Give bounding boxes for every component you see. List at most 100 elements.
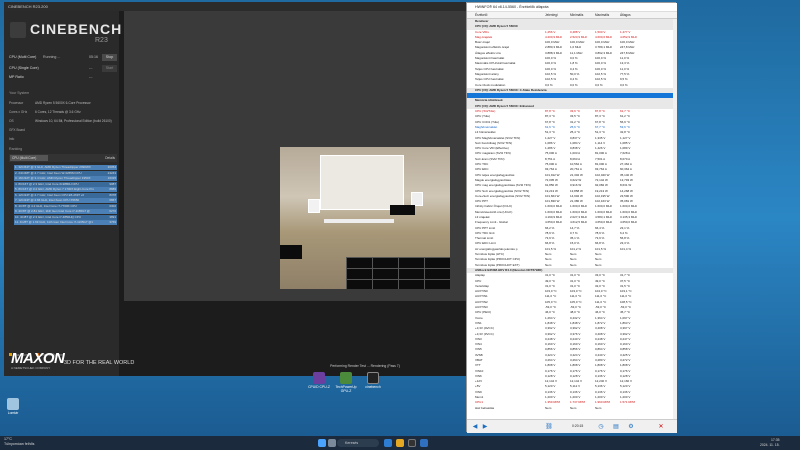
column-header[interactable]: Átlagos [620, 12, 631, 19]
cinebench-logo-icon [10, 22, 26, 38]
forward-icon[interactable]: ▶ [481, 423, 489, 431]
ranking-name: 7. 12C/24T @ 2.66 GHz, Intel Xeon CPU X5… [15, 198, 80, 202]
app-name: CINEBENCH [30, 21, 123, 37]
sensor-scrollbar[interactable] [673, 19, 677, 419]
close-icon[interactable]: ✕ [657, 423, 665, 431]
hwinfo-footer: ◀ ▶ ⛓ 0:20:15 ◷ ▤ ⚙ ✕ [467, 419, 677, 433]
weather-widget[interactable]: 17°C Túlnyomóan felhős [4, 437, 34, 447]
render-frame [308, 199, 320, 213]
taskbar-cinebench-icon[interactable] [408, 439, 416, 447]
cinebench-title-bar: CINEBENCH R23.200 [4, 2, 466, 11]
stop-button[interactable]: Stop [102, 54, 117, 61]
details-toggle[interactable]: Details [105, 154, 115, 162]
ranking-item[interactable]: 9. 4C/8T @ 2.81 GHz, 11th Gen Intel Core… [14, 209, 117, 214]
ranking-name: 2. 24C/48T @ 2.7 GHz, Intel Xeon W-3265M… [15, 170, 82, 175]
ranking-item[interactable]: 6. 12C/24T @ 2.7 GHz, Intel Xeon CPU E5-… [14, 192, 117, 198]
mp-ratio-value: --- [89, 75, 93, 79]
ranking-score: 30054 [107, 165, 116, 169]
system-row: GFX Board [9, 128, 25, 132]
file-explorer-icon[interactable] [396, 439, 404, 447]
clock-icon[interactable]: ◷ [597, 423, 605, 431]
cpu-multi-row: CPU (Multi Core) Running ... 05:16 Stop [9, 53, 117, 62]
ranking-item[interactable]: 3. 16C/32T @ 3.4 GHz, AMD Ryzen Threadri… [14, 176, 117, 181]
ranking-name: 1. 32C/64T @ 3 GHz, AMD Ryzen Threadripp… [15, 165, 91, 169]
ranking-item[interactable]: 1. 32C/64T @ 3 GHz, AMD Ryzen Threadripp… [14, 165, 117, 170]
mp-ratio-row: MP Ratio --- [9, 73, 117, 82]
ranking-header: CPU (Multi Core) Details [9, 154, 117, 162]
app-version: R23 [95, 37, 108, 44]
cpu-multi-label: CPU (Multi Core) [9, 55, 37, 59]
ranking-score: 3891 [109, 214, 116, 219]
search-box[interactable]: Keresés [337, 439, 379, 447]
ranking-item[interactable]: 11. 4C/8T @ 1.69 GHz, 11th Gen Intel Cor… [14, 220, 117, 225]
ranking-score: 3769 [109, 220, 116, 224]
cpu-multi-time: 05:16 [89, 55, 98, 59]
ranking-heading: Ranking [9, 147, 23, 151]
desktop-icon-gpuz[interactable]: TechPowerUp GPU-Z [333, 372, 359, 393]
cinebench-window: CINEBENCH R23.200 CINEBENCH R23 CPU (Mul… [4, 2, 466, 376]
cpu-single-row: CPU (Single Core) --- Start [9, 64, 117, 73]
ranking-name: 10. 4C/8T @ 2.3 GHz, Intel Core i7-4850H… [15, 214, 82, 219]
maxon-subtitle: A NEMETSCHEK COMPANY [11, 366, 51, 370]
ranking-item[interactable]: 5. 8C/16T @ 3.4 GHz, AMD Ryzen 7 1700X E… [14, 187, 117, 192]
render-table [324, 219, 394, 223]
elapsed-time: 0:20:15 [572, 424, 584, 428]
ranking-name: 4. 8C/16T @ 2.3 GHz, Intel Core i9-9880H… [15, 181, 79, 186]
ranking-score: 6867 [109, 198, 116, 202]
desktop-icon-recycle[interactable]: Lomtár [0, 398, 26, 415]
sensor-value: Nem [570, 405, 577, 410]
ranking-item[interactable]: 4. 8C/16T @ 2.3 GHz, Intel Core i9-9880H… [14, 181, 117, 187]
column-header[interactable]: Maximális [595, 12, 609, 19]
ranking-score: 8889 [109, 187, 116, 191]
desktop-icon-cpuz[interactable]: CPUID CPU-Z [306, 372, 332, 389]
desktop-icon-cinebench[interactable]: cinebench [360, 372, 386, 389]
column-header[interactable]: Érzékelő [475, 12, 487, 19]
ranking-name: 3. 16C/32T @ 3.4 GHz, AMD Ryzen Threadri… [15, 176, 91, 180]
render-image [280, 147, 450, 289]
gpuz-icon [340, 372, 352, 384]
network-icon[interactable]: ⛓ [545, 423, 553, 431]
ranking-item[interactable]: 2. 24C/48T @ 2.7 GHz, Intel Xeon W-3265M… [14, 170, 117, 176]
taskbar-hwinfo-icon[interactable] [420, 439, 428, 447]
cinebench-icon [367, 372, 379, 384]
ranking-name: 9. 4C/8T @ 2.81 GHz, 11th Gen Intel Core… [15, 209, 90, 213]
unrendered-bucket [390, 205, 415, 215]
sensor-name: Ház behatolás [475, 405, 495, 410]
column-header[interactable]: Jelenlegi [545, 12, 558, 19]
weather-desc: Túlnyomóan felhős [4, 442, 35, 446]
ranking-item[interactable]: 8. 4C/8T @ 4.2 GHz, Intel Core i7-7700K … [14, 203, 117, 209]
back-icon[interactable]: ◀ [471, 423, 479, 431]
system-row: OS Windows 10, 64 Bit, Professional Editi… [9, 119, 112, 123]
maxon-logo: MAXON [11, 350, 65, 367]
edge-icon[interactable] [384, 439, 392, 447]
task-view-icon[interactable] [328, 439, 336, 447]
report-icon[interactable]: ▤ [612, 423, 620, 431]
ranking-name: 8. 4C/8T @ 4.2 GHz, Intel Core i7-7700K … [15, 203, 77, 208]
start-icon[interactable] [318, 439, 326, 447]
system-row: Cores x GHz 6 Cores, 12 Threads @ 3.6 GHz [9, 110, 81, 114]
cpu-single-label: CPU (Single Core) [9, 66, 39, 70]
ranking-item[interactable]: 10. 4C/8T @ 2.3 GHz, Intel Core i7-4850H… [14, 214, 117, 220]
render-frame [411, 192, 423, 206]
render-window [320, 155, 404, 210]
column-header[interactable]: Minimális [570, 12, 583, 19]
ranking-select[interactable]: CPU (Multi Core) [10, 155, 48, 161]
clock-date: 2024. 11. 15. [760, 443, 780, 447]
cpuz-icon [313, 372, 325, 384]
bucket-grid [346, 257, 450, 289]
your-system-heading: Your System [9, 91, 30, 95]
start-button[interactable]: Start [102, 65, 117, 72]
ranking-score: 9087 [109, 181, 116, 186]
unrendered-bucket [280, 245, 302, 259]
ranking-score: 6302 [109, 203, 116, 208]
ranking-item[interactable]: 7. 12C/24T @ 2.66 GHz, Intel Xeon CPU X5… [14, 198, 117, 203]
ranking-score: 24243 [107, 170, 116, 175]
recycle-bin-icon [7, 398, 19, 410]
ranking-score: 6270 [109, 209, 116, 213]
sensor-row[interactable]: Ház behatolás Nem Nem Nem [467, 406, 673, 411]
clock[interactable]: 17:35 2024. 11. 15. [760, 438, 780, 448]
taskbar: 17°C Túlnyomóan felhős Keresés 17:35 202… [0, 436, 800, 450]
sensor-value: Nem [595, 405, 602, 410]
system-row: Processor AMD Ryzen 5 5600X 6-Core Proces… [9, 101, 91, 105]
settings-icon[interactable]: ⚙ [627, 423, 635, 431]
